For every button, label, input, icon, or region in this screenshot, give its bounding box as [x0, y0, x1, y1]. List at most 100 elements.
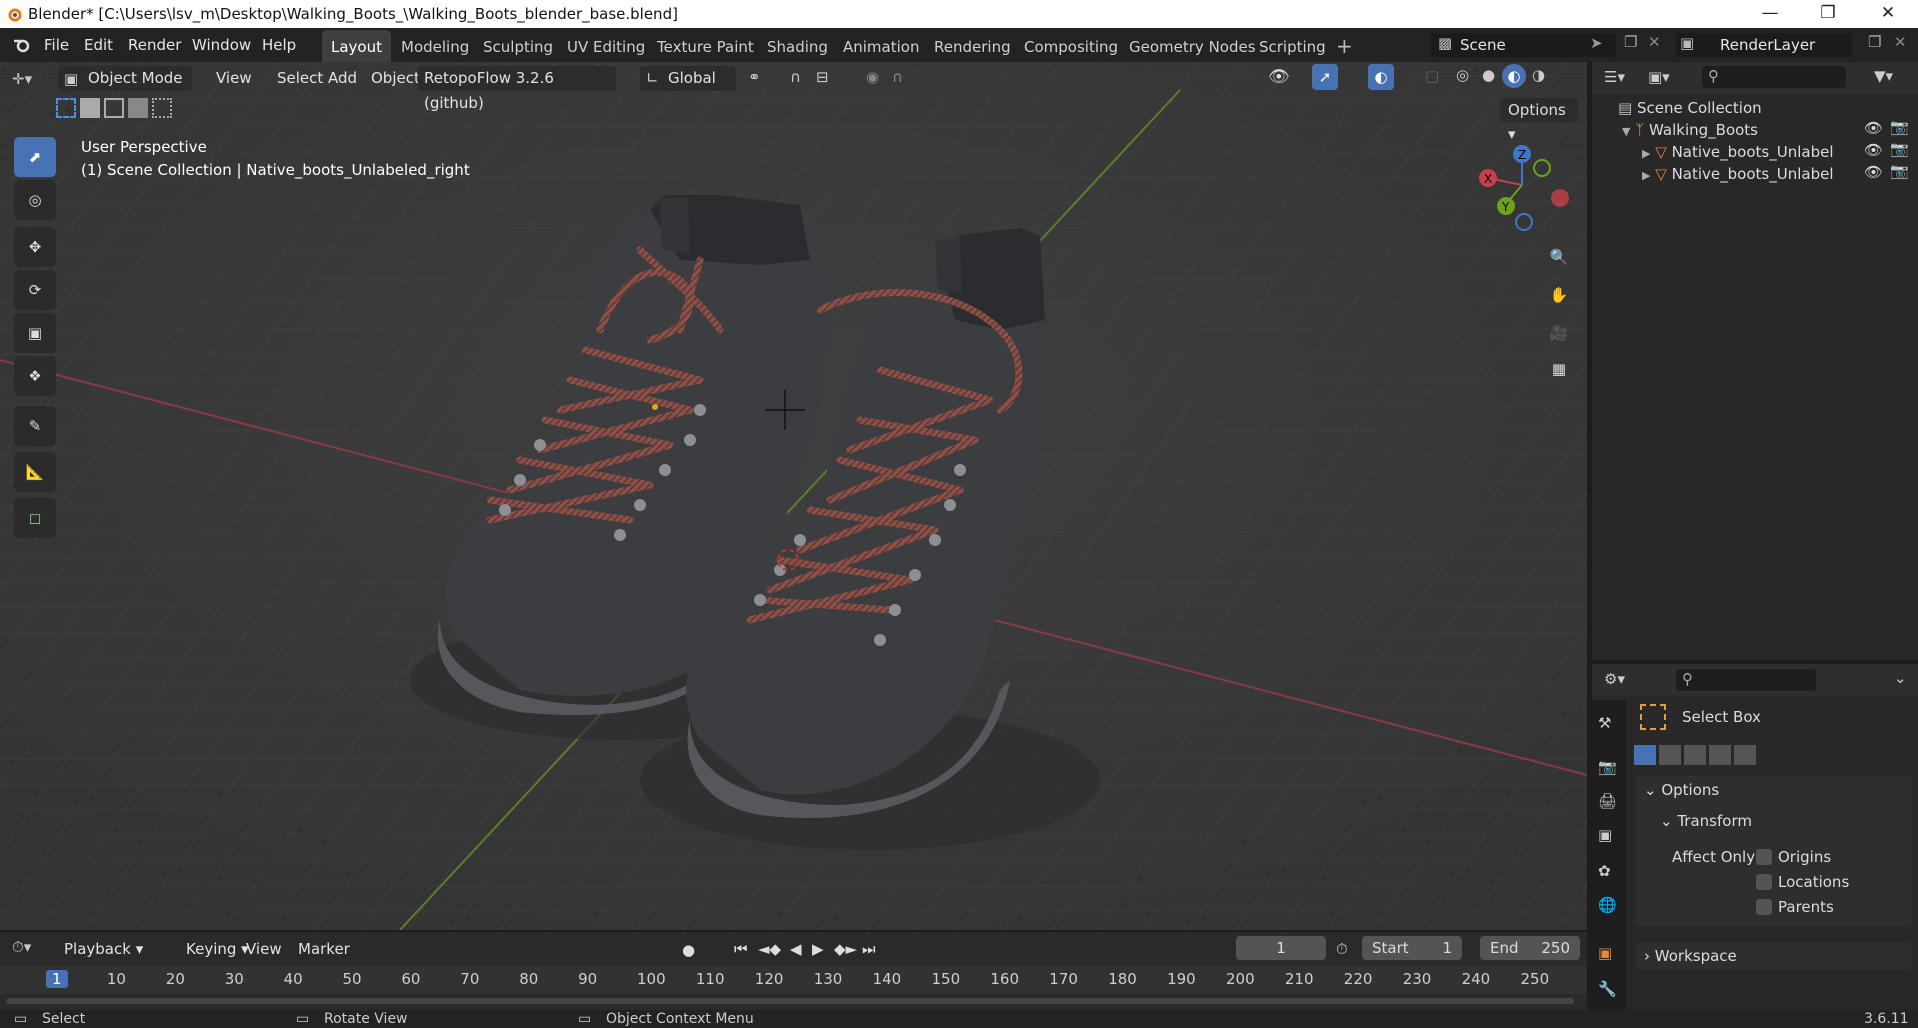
jump-end-icon[interactable]: ⏭: [862, 940, 876, 958]
outliner-search-input[interactable]: ⚲: [1702, 66, 1846, 88]
stopwatch-icon[interactable]: ⏱: [1336, 940, 1348, 958]
tool-measure[interactable]: 📐: [14, 452, 56, 492]
timeline-menu-view[interactable]: View: [240, 937, 288, 962]
restore-button[interactable]: ❐: [1800, 0, 1856, 28]
play-icon[interactable]: ▶: [812, 940, 824, 958]
gizmo-toggle-icon[interactable]: ➚: [1312, 64, 1338, 90]
options-dropdown[interactable]: Options ▾: [1500, 98, 1578, 143]
delete-scene-icon[interactable]: ✕: [1648, 33, 1661, 51]
menu-file[interactable]: File: [44, 36, 69, 54]
view-layer-tab-icon[interactable]: ▣: [1598, 826, 1612, 844]
camera-view-icon[interactable]: 🎥: [1542, 316, 1576, 350]
eye-icon[interactable]: 👁: [1864, 163, 1883, 181]
tab-layout[interactable]: Layout: [322, 30, 391, 62]
tab-geometry-nodes[interactable]: Geometry Nodes: [1120, 30, 1265, 62]
menu-edit[interactable]: Edit: [84, 36, 113, 54]
next-keyframe-icon[interactable]: ◆►: [834, 940, 857, 958]
select-intersect-icon[interactable]: [152, 98, 172, 118]
proportional-edit-icon[interactable]: ◉: [866, 68, 879, 86]
select-invert-icon[interactable]: [128, 98, 148, 118]
select-extend-icon[interactable]: [80, 98, 100, 118]
pin-icon[interactable]: ➤: [1590, 34, 1603, 52]
timeline-editor-icon[interactable]: ⏱▾: [12, 938, 31, 956]
wireframe-shading-icon[interactable]: ◎: [1456, 66, 1469, 84]
add-workspace-icon[interactable]: +: [1336, 34, 1353, 58]
select-intersect-icon[interactable]: [1734, 745, 1756, 765]
select-subtract-icon[interactable]: [1684, 745, 1706, 765]
eye-icon[interactable]: 👁: [1864, 141, 1883, 159]
viewport-menu-select[interactable]: Select: [271, 66, 329, 91]
tool-annotate[interactable]: ✎: [14, 406, 56, 446]
menu-window[interactable]: Window: [192, 36, 251, 54]
eye-icon[interactable]: 👁: [1864, 119, 1883, 137]
outliner-scene-collection[interactable]: ▤ Scene Collection: [1618, 96, 1762, 120]
object-tab-icon[interactable]: ▣: [1598, 944, 1612, 962]
renderlayer-selector[interactable]: RenderLayer: [1676, 33, 1852, 57]
zoom-icon[interactable]: 🔍: [1542, 240, 1576, 274]
navigation-gizmo[interactable]: Z X Y: [1470, 140, 1580, 240]
pan-hand-icon[interactable]: ✋: [1542, 278, 1576, 312]
tool-tab-icon[interactable]: ⚒: [1598, 714, 1611, 732]
camera-icon[interactable]: 📷: [1890, 162, 1909, 180]
camera-icon[interactable]: 📷: [1890, 118, 1909, 136]
properties-search-input[interactable]: ⚲: [1676, 669, 1816, 691]
snap-target-icon[interactable]: ⊟: [816, 68, 829, 86]
tool-rotate[interactable]: ⟳: [14, 270, 56, 310]
visibility-icon[interactable]: 👁: [1268, 67, 1290, 87]
snap-icon[interactable]: ∩: [790, 68, 801, 86]
minimize-button[interactable]: —: [1742, 0, 1798, 28]
viewport-menu-object[interactable]: Object: [365, 66, 426, 91]
viewport-menu-add[interactable]: Add: [322, 66, 363, 91]
tool-scale[interactable]: ▣: [14, 313, 56, 353]
modifier-tab-icon[interactable]: 🔧: [1598, 980, 1617, 998]
camera-icon[interactable]: 📷: [1890, 140, 1909, 158]
xray-icon[interactable]: ▢: [1425, 67, 1439, 85]
end-frame-field[interactable]: End 250: [1480, 936, 1580, 960]
tab-uv-editing[interactable]: UV Editing: [558, 30, 654, 62]
prev-keyframe-icon[interactable]: ◄◆: [758, 940, 781, 958]
new-renderlayer-icon[interactable]: ❐: [1868, 33, 1881, 51]
tab-sculpting[interactable]: Sculpting: [474, 30, 562, 62]
timeline-scrollbar[interactable]: [6, 998, 1574, 1004]
3d-viewport[interactable]: [0, 62, 1587, 930]
origins-checkbox[interactable]: [1756, 849, 1772, 865]
select-subtract-icon[interactable]: [104, 98, 124, 118]
filter-icon[interactable]: ▼▾: [1874, 67, 1893, 85]
world-tab-icon[interactable]: 🌐: [1598, 896, 1617, 914]
select-invert-icon[interactable]: [1709, 745, 1731, 765]
delete-renderlayer-icon[interactable]: ✕: [1894, 33, 1907, 51]
play-reverse-icon[interactable]: ◀: [790, 940, 802, 958]
parents-checkbox[interactable]: [1756, 899, 1772, 915]
select-extend-icon[interactable]: [1659, 745, 1681, 765]
outliner-editor-icon[interactable]: ☰▾: [1604, 68, 1625, 86]
transform-section-header[interactable]: ⌄ Transform: [1660, 809, 1752, 833]
retopoflow-menu[interactable]: RetopoFlow 3.2.6 (github): [418, 66, 616, 112]
overlay-toggle-icon[interactable]: ◐: [1368, 64, 1394, 90]
tab-scripting[interactable]: Scripting: [1250, 30, 1335, 62]
output-tab-icon[interactable]: 🖨: [1598, 792, 1617, 810]
tool-transform[interactable]: ❖: [14, 356, 56, 396]
viewport-menu-view[interactable]: View: [210, 66, 258, 91]
chevron-down-icon[interactable]: ⌄: [1894, 669, 1907, 687]
start-frame-field[interactable]: Start 1: [1362, 936, 1462, 960]
material-shading-icon[interactable]: ◐: [1502, 64, 1526, 88]
locations-checkbox[interactable]: [1756, 874, 1772, 890]
timeline-menu-marker[interactable]: Marker: [292, 937, 356, 962]
menu-help[interactable]: Help: [262, 36, 296, 54]
editor-type-icon[interactable]: ✛▾: [12, 70, 32, 88]
menu-render[interactable]: Render: [128, 36, 181, 54]
properties-editor-icon[interactable]: ⚙▾: [1604, 670, 1625, 688]
solid-shading-icon[interactable]: ●: [1482, 66, 1495, 84]
record-icon[interactable]: ●: [682, 941, 695, 959]
scene-selector[interactable]: Scene: [1430, 33, 1616, 57]
rendered-shading-icon[interactable]: ◑: [1532, 66, 1545, 84]
tool-add-cube[interactable]: ◻: [14, 498, 56, 538]
tab-animation[interactable]: Animation: [834, 30, 928, 62]
pivot-icon[interactable]: ⚭: [748, 68, 761, 86]
tool-move[interactable]: ✥: [14, 227, 56, 267]
tab-compositing[interactable]: Compositing: [1015, 30, 1127, 62]
display-mode-icon[interactable]: ▣▾: [1648, 68, 1670, 86]
falloff-icon[interactable]: ∩: [892, 68, 903, 86]
tab-modeling[interactable]: Modeling: [392, 30, 478, 62]
options-section-header[interactable]: ⌄ Options: [1644, 778, 1719, 802]
